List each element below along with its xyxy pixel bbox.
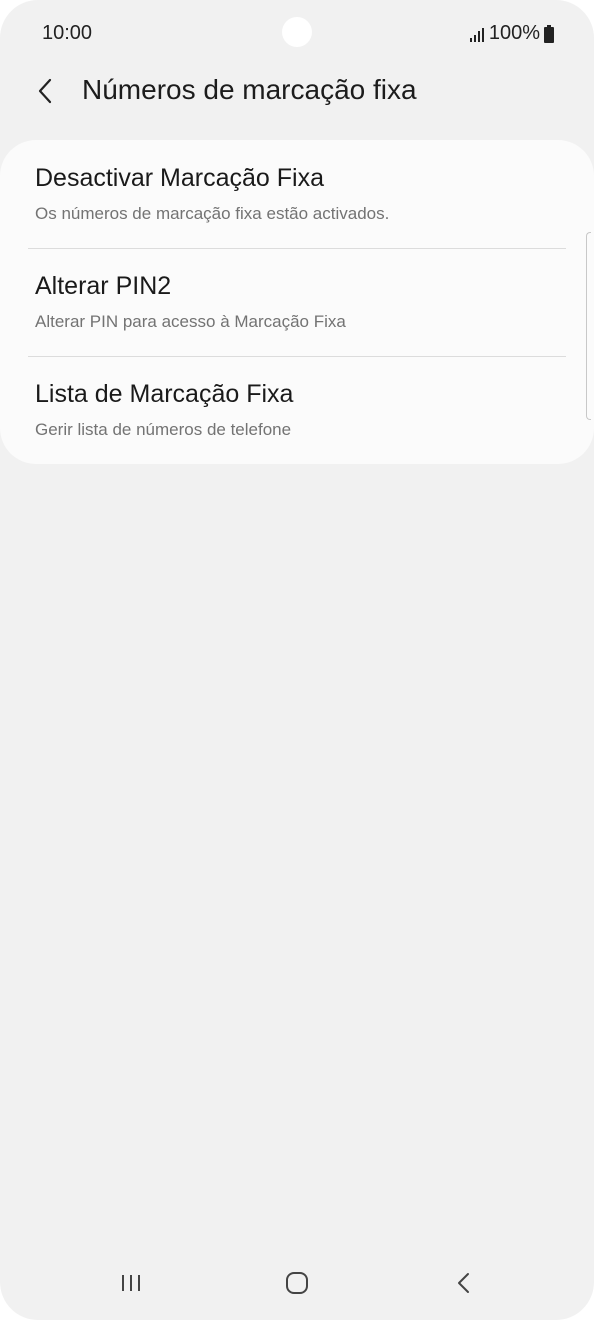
status-indicators: 100% bbox=[469, 22, 554, 45]
setting-subtitle: Os números de marcação fixa estão activa… bbox=[35, 204, 390, 223]
battery-percent: 100% bbox=[488, 22, 540, 44]
app-bar: Números de marcação fixa bbox=[0, 60, 594, 124]
setting-subtitle: Gerir lista de números de telefone bbox=[35, 420, 292, 439]
setting-title: Desactivar Marcação Fixa bbox=[35, 164, 324, 192]
back-icon bbox=[452, 1271, 476, 1300]
scrollbar[interactable] bbox=[586, 232, 591, 420]
battery-full-icon bbox=[544, 24, 554, 43]
chevron-left-icon[interactable] bbox=[30, 74, 60, 108]
setting-disable-fixed-dialing[interactable]: Desactivar Marcação Fixa Os números de m… bbox=[0, 140, 594, 248]
setting-title: Alterar PIN2 bbox=[35, 272, 172, 300]
status-time: 10:00 bbox=[42, 22, 93, 44]
phone-screen: 10:00 100% Números de marcação fixa Desa… bbox=[0, 0, 594, 1320]
setting-title: Lista de Marcação Fixa bbox=[35, 380, 294, 408]
home-icon bbox=[284, 1270, 310, 1301]
navigation-bar bbox=[0, 1250, 594, 1320]
recent-apps-button[interactable] bbox=[101, 1260, 161, 1310]
page-title: Números de marcação fixa bbox=[82, 74, 417, 105]
setting-fixed-dialing-list[interactable]: Lista de Marcação Fixa Gerir lista de nú… bbox=[0, 356, 594, 464]
back-button[interactable] bbox=[434, 1260, 494, 1310]
camera-cutout bbox=[282, 17, 312, 47]
home-button[interactable] bbox=[267, 1260, 327, 1310]
setting-change-pin2[interactable]: Alterar PIN2 Alterar PIN para acesso à M… bbox=[0, 248, 594, 356]
settings-card: Desactivar Marcação Fixa Os números de m… bbox=[0, 140, 594, 464]
setting-subtitle: Alterar PIN para acesso à Marcação Fixa bbox=[35, 312, 346, 331]
signal-bars-icon bbox=[469, 26, 485, 42]
recent-apps-icon bbox=[119, 1271, 143, 1300]
